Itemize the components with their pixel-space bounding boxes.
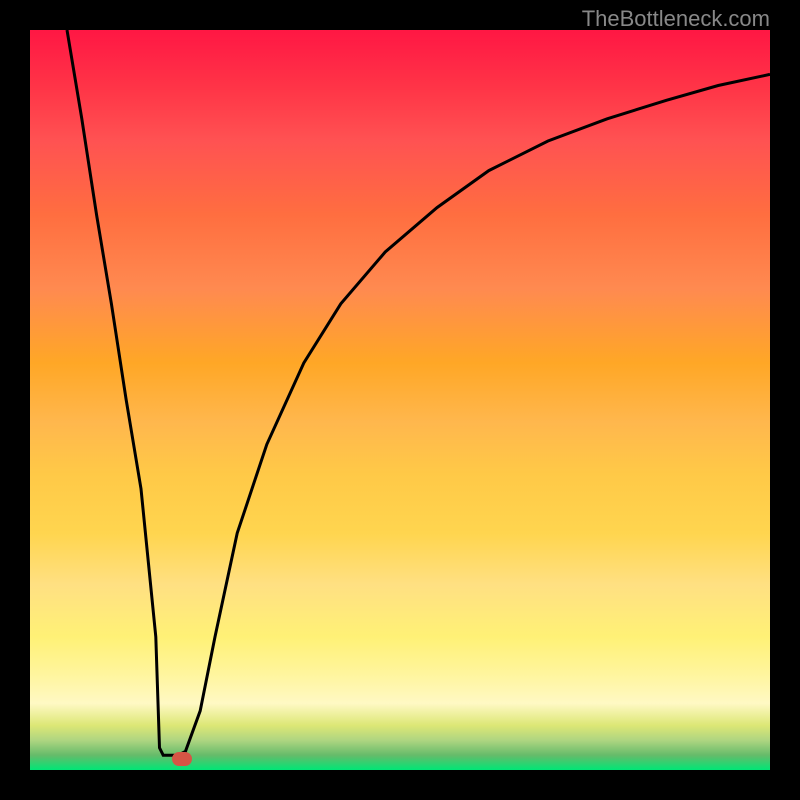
optimal-point-marker (172, 752, 192, 766)
bottleneck-curve-svg (30, 30, 770, 770)
attribution-text: TheBottleneck.com (582, 6, 770, 32)
bottleneck-curve-path (67, 30, 770, 755)
chart-plot-area (30, 30, 770, 770)
